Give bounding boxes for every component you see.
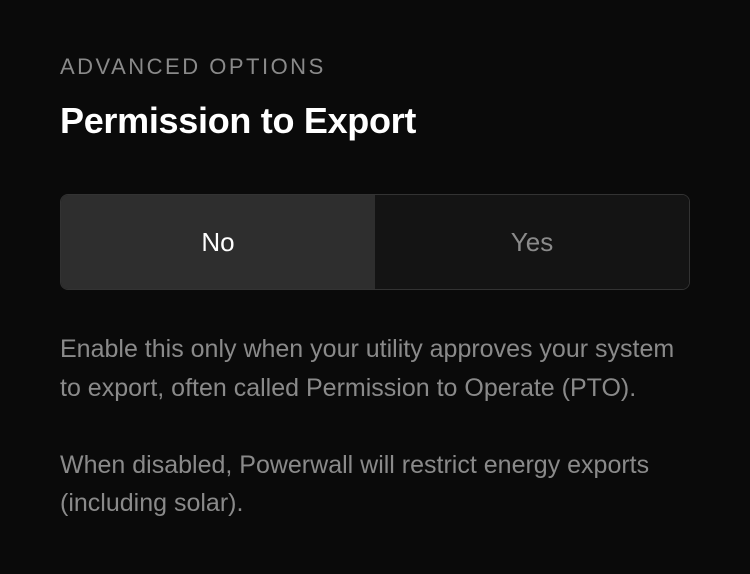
page-title: Permission to Export xyxy=(60,100,690,142)
description-paragraph-1: Enable this only when your utility appro… xyxy=(60,330,690,408)
permission-export-toggle: No Yes xyxy=(60,194,690,290)
toggle-yes-button[interactable]: Yes xyxy=(375,195,689,289)
description-paragraph-2: When disabled, Powerwall will restrict e… xyxy=(60,446,690,524)
section-label: ADVANCED OPTIONS xyxy=(60,54,690,80)
toggle-no-button[interactable]: No xyxy=(61,195,375,289)
description-text: Enable this only when your utility appro… xyxy=(60,330,690,523)
